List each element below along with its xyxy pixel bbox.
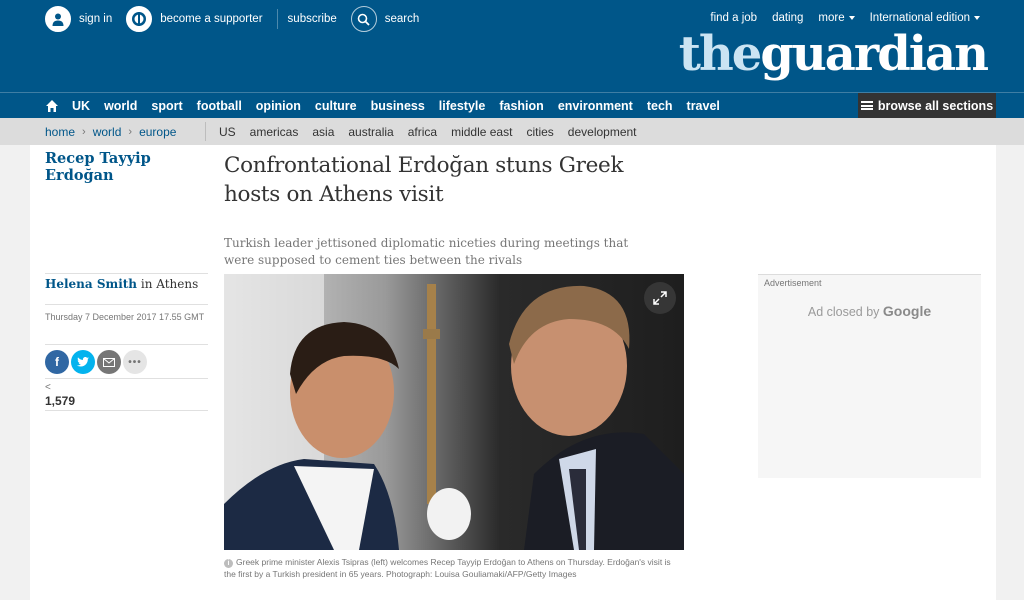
divider — [45, 304, 208, 305]
nav-item-tech[interactable]: tech — [640, 99, 680, 113]
nav-item-opinion[interactable]: opinion — [249, 99, 308, 113]
article-main-image[interactable] — [224, 274, 684, 550]
breadcrumb-world[interactable]: world — [93, 125, 122, 139]
divider — [45, 410, 208, 411]
nav-item-fashion[interactable]: fashion — [492, 99, 550, 113]
share-icon: < — [45, 382, 51, 393]
article-headline: Confrontational Erdoğan stuns Greek host… — [224, 153, 624, 207]
byline: Helena Smith in Athens — [45, 277, 198, 291]
subnav-australia[interactable]: australia — [348, 125, 393, 139]
nav-item-travel[interactable]: travel — [680, 99, 727, 113]
nav-item-uk[interactable]: UK — [65, 99, 97, 113]
more-menu[interactable]: more — [818, 12, 855, 24]
subscribe-link[interactable]: subscribe — [288, 13, 337, 25]
nav-item-business[interactable]: business — [364, 99, 432, 113]
divider — [45, 344, 208, 345]
info-icon: i — [224, 559, 233, 568]
browse-all-sections-button[interactable]: browse all sections — [858, 93, 996, 118]
image-caption: i Greek prime minister Alexis Tsipras (le… — [224, 556, 684, 580]
byline-location: in Athens — [137, 277, 199, 291]
subnav-asia[interactable]: asia — [312, 125, 334, 139]
subnav-africa[interactable]: africa — [408, 125, 437, 139]
nav-item-culture[interactable]: culture — [308, 99, 364, 113]
publish-date: Thursday 7 December 2017 17.55 GMT — [45, 312, 205, 322]
profile-icon[interactable] — [45, 6, 71, 32]
menu-icon — [860, 101, 873, 110]
chevron-right-icon: › — [82, 125, 86, 138]
article-tag[interactable]: Recep Tayyip Erdoğan — [45, 150, 185, 184]
facebook-share-icon[interactable]: f — [45, 350, 69, 374]
breadcrumb-home[interactable]: home — [45, 125, 75, 139]
author-link[interactable]: Helena Smith — [45, 277, 137, 291]
chevron-down-icon — [848, 15, 855, 20]
subnav-middle-east[interactable]: middle east — [451, 125, 512, 139]
guardian-roundel-icon[interactable] — [126, 6, 153, 32]
divider — [45, 378, 208, 379]
more-label: more — [818, 12, 845, 24]
edition-label: International edition — [869, 12, 970, 24]
nav-item-world[interactable]: world — [97, 99, 144, 113]
google-logo: Google — [882, 303, 932, 319]
nav-item-sport[interactable]: sport — [144, 99, 189, 113]
edition-selector[interactable]: International edition — [870, 12, 980, 24]
find-job-link[interactable]: find a job — [710, 12, 757, 24]
subnav-americas[interactable]: americas — [250, 125, 299, 139]
caption-text: Greek prime minister Alexis Tsipras (lef… — [224, 557, 671, 579]
advertisement-slot: Advertisement Ad closed by Google — [758, 274, 981, 478]
breadcrumb: home › world › europe — [45, 118, 176, 145]
more-share-icon[interactable]: ••• — [123, 350, 147, 374]
nav-item-environment[interactable]: environment — [551, 99, 640, 113]
twitter-share-icon[interactable] — [71, 350, 95, 374]
ad-closed-text: Ad closed by — [807, 305, 883, 319]
ad-closed-message: Ad closed by Google — [758, 303, 981, 319]
chevron-down-icon — [974, 15, 980, 20]
share-count: < 1,579 — [45, 382, 75, 409]
nav-item-lifestyle[interactable]: lifestyle — [432, 99, 493, 113]
divider — [276, 9, 278, 29]
breadcrumb-europe[interactable]: europe — [139, 125, 176, 139]
photo-illustration — [224, 274, 684, 550]
logo-guardian: guardian — [760, 26, 989, 82]
top-bar: sign in become a supporter subscribe sea… — [45, 6, 433, 32]
article-standfirst: Turkish leader jettisoned diplomatic nic… — [224, 236, 629, 267]
search-link[interactable]: search — [385, 13, 420, 25]
subnav-cities[interactable]: cities — [526, 125, 553, 139]
divider — [205, 122, 206, 141]
main-nav: UK world sport football opinion culture … — [0, 92, 1024, 118]
home-icon[interactable] — [45, 99, 59, 113]
share-count-value: 1,579 — [45, 394, 76, 408]
browse-label: browse all sections — [877, 98, 994, 113]
subnav-us[interactable]: US — [219, 125, 236, 139]
guardian-logo[interactable]: theguardian — [678, 26, 989, 82]
sign-in-link[interactable]: sign in — [79, 13, 112, 25]
chevron-right-icon: › — [128, 125, 133, 138]
sub-nav: home › world › europe US americas asia a… — [0, 118, 1024, 145]
subnav-development[interactable]: development — [568, 125, 637, 139]
logo-the: the — [678, 26, 763, 82]
site-header: sign in become a supporter subscribe sea… — [0, 0, 1024, 92]
become-supporter-link[interactable]: become a supporter — [160, 13, 262, 25]
share-buttons: f ••• — [45, 350, 149, 374]
divider — [45, 273, 208, 274]
nav-item-football[interactable]: football — [190, 99, 249, 113]
ad-label: Advertisement — [764, 278, 822, 288]
expand-image-icon[interactable] — [644, 282, 676, 314]
search-icon[interactable] — [350, 6, 377, 32]
email-share-icon[interactable] — [97, 350, 121, 374]
subnav-links: US americas asia australia africa middle… — [219, 118, 651, 145]
dating-link[interactable]: dating — [772, 12, 803, 24]
top-right-links: find a job dating more International edi… — [695, 12, 980, 24]
